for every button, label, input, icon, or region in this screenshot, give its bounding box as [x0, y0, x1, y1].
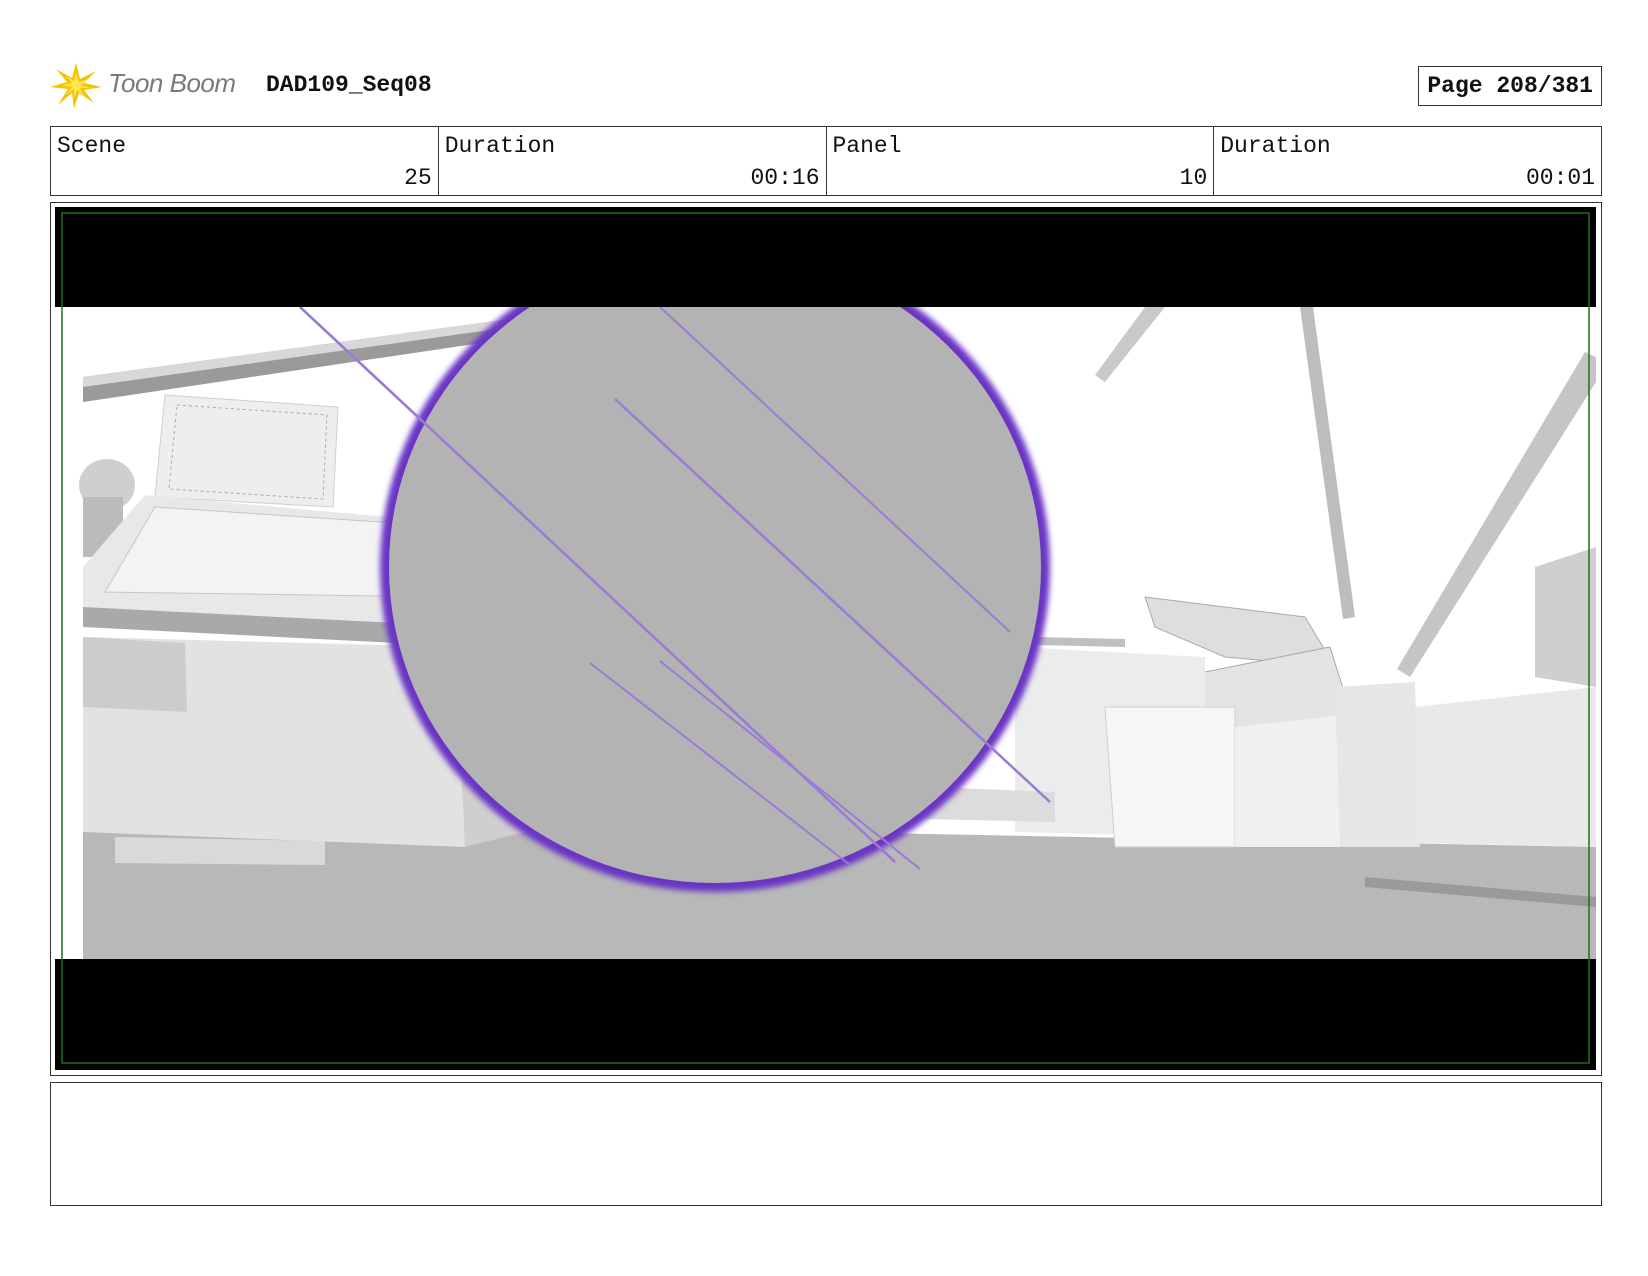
scene-render [55, 242, 1596, 959]
panel-duration-value: 00:01 [1525, 165, 1595, 191]
panel-duration-label: Duration [1220, 133, 1331, 159]
scene-cell: Scene 25 [51, 127, 439, 195]
letterbox-bottom [55, 959, 1596, 1070]
toon-boom-star-burst-icon [50, 63, 102, 109]
panel-notes-box [50, 1082, 1602, 1206]
scene-label: Scene [57, 133, 127, 159]
panel-cell: Panel 10 [827, 127, 1215, 195]
panel-label: Panel [832, 133, 902, 159]
panel-drawing [55, 207, 1596, 1070]
scene-value: 25 [404, 165, 432, 191]
scene-info-table: Scene 25 Duration 00:16 Panel 10 Duratio… [50, 126, 1602, 196]
project-title: DAD109_Seq08 [266, 72, 432, 98]
logo-text: Toon Boom [108, 68, 236, 98]
monitor-screen [154, 394, 339, 508]
toon-boom-logo: Toon Boom [50, 60, 250, 110]
scene-duration-label: Duration [444, 133, 556, 159]
purple-bubble [380, 242, 1050, 892]
storyboard-panel-image [55, 207, 1596, 1070]
panel-duration-cell: Duration 00:01 [1214, 127, 1601, 195]
page-number: Page 208/381 [1418, 66, 1602, 106]
machine-block [1415, 687, 1596, 847]
panel-value: 10 [1179, 165, 1208, 191]
storyboard-panel-frame [50, 202, 1602, 1076]
letterbox-top [55, 207, 1596, 307]
scene-duration-value: 00:16 [750, 165, 820, 191]
page-header: Toon Boom DAD109_Seq08 Page 208/381 [50, 58, 1602, 110]
scene-duration-cell: Duration 00:16 [439, 127, 827, 195]
